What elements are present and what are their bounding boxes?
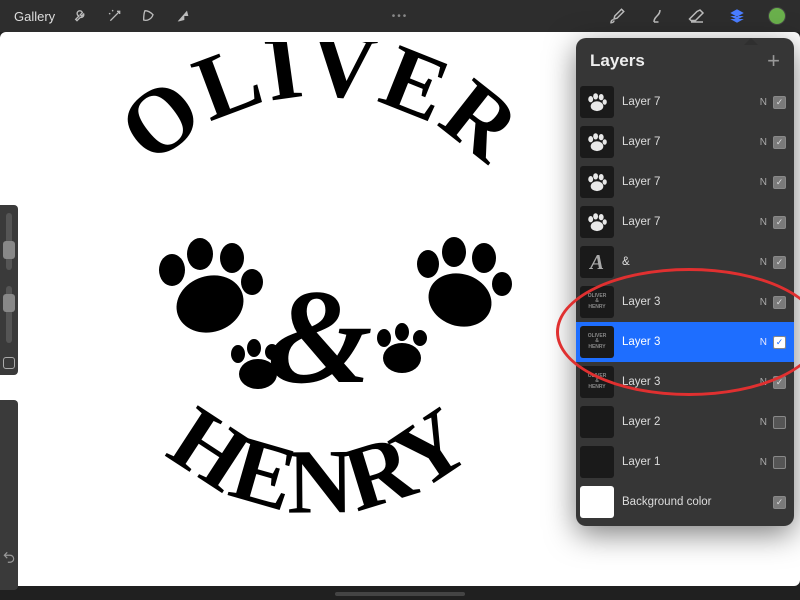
layer-row[interactable]: Background color — [576, 482, 794, 522]
blend-mode-label[interactable]: N — [760, 337, 767, 348]
eraser-icon[interactable] — [688, 7, 706, 25]
layer-name-label: Layer 7 — [622, 136, 760, 148]
brush-icon[interactable] — [608, 7, 626, 25]
layer-name-label: Background color — [622, 496, 773, 508]
color-picker-button[interactable] — [768, 7, 786, 25]
blend-mode-label[interactable]: N — [760, 217, 767, 228]
layer-row[interactable]: Layer 7N — [576, 82, 794, 122]
visibility-checkbox[interactable] — [773, 496, 786, 509]
layer-name-label: Layer 1 — [622, 456, 760, 468]
layer-name-label: & — [622, 256, 760, 268]
wand-icon[interactable] — [107, 8, 123, 24]
visibility-checkbox[interactable] — [773, 336, 786, 349]
right-tool-group — [608, 7, 786, 25]
layer-name-label: Layer 7 — [622, 96, 760, 108]
layer-row[interactable]: OLIVER&HENRY Layer 3N — [576, 282, 794, 322]
blend-mode-label[interactable]: N — [760, 177, 767, 188]
visibility-checkbox[interactable] — [773, 96, 786, 109]
artwork: OLIVER — [40, 42, 600, 586]
smudge-icon[interactable] — [648, 7, 666, 25]
visibility-checkbox[interactable] — [773, 376, 786, 389]
svg-text:&: & — [267, 263, 372, 412]
svg-text:A: A — [588, 250, 604, 274]
add-layer-button[interactable]: + — [767, 50, 780, 72]
layer-name-label: Layer 2 — [622, 416, 760, 428]
svg-text:OLIVER: OLIVER — [101, 42, 540, 182]
size-slider[interactable] — [6, 213, 12, 270]
layers-icon[interactable] — [728, 7, 746, 25]
top-toolbar: Gallery ••• — [0, 0, 800, 32]
gallery-button[interactable]: Gallery — [14, 9, 55, 24]
layer-name-label: Layer 7 — [622, 216, 760, 228]
layer-thumbnail: A — [580, 246, 614, 278]
layer-row[interactable]: OLIVER&HENRY Layer 3N — [576, 322, 794, 362]
undo-sidebar — [0, 400, 18, 590]
visibility-checkbox[interactable] — [773, 176, 786, 189]
visibility-checkbox[interactable] — [773, 136, 786, 149]
layer-row[interactable]: Layer 2N — [576, 402, 794, 442]
layer-thumbnail — [580, 206, 614, 238]
layer-row[interactable]: Layer 7N — [576, 202, 794, 242]
visibility-checkbox[interactable] — [773, 256, 786, 269]
layer-thumbnail — [580, 166, 614, 198]
layer-thumbnail — [580, 406, 614, 438]
undo-icon[interactable] — [2, 550, 16, 564]
layer-thumbnail — [580, 446, 614, 478]
arrow-icon[interactable] — [175, 8, 191, 24]
layer-name-label: Layer 3 — [622, 336, 760, 348]
layer-name-label: Layer 7 — [622, 176, 760, 188]
blend-mode-label[interactable]: N — [760, 417, 767, 428]
layer-name-label: Layer 3 — [622, 296, 760, 308]
blend-mode-label[interactable]: N — [760, 257, 767, 268]
left-tool-group — [73, 8, 191, 24]
layer-row[interactable]: Layer 7N — [576, 122, 794, 162]
layer-row[interactable]: Layer 1N — [576, 442, 794, 482]
layers-panel-title: Layers — [590, 51, 645, 71]
layer-thumbnail — [580, 486, 614, 518]
modify-button[interactable] — [3, 357, 15, 369]
visibility-checkbox[interactable] — [773, 416, 786, 429]
layer-thumbnail: OLIVER&HENRY — [580, 286, 614, 318]
more-icon[interactable]: ••• — [392, 11, 409, 22]
layers-list: Layer 7NLayer 7NLayer 7NLayer 7NA&NOLIVE… — [576, 82, 794, 522]
opacity-slider[interactable] — [6, 286, 12, 343]
layer-thumbnail: OLIVER&HENRY — [580, 366, 614, 398]
blend-mode-label[interactable]: N — [760, 377, 767, 388]
layer-row[interactable]: A &N — [576, 242, 794, 282]
layer-thumbnail — [580, 86, 614, 118]
layer-row[interactable]: OLIVER&HENRY Layer 3N — [576, 362, 794, 402]
blend-mode-label[interactable]: N — [760, 457, 767, 468]
layer-thumbnail: OLIVER&HENRY — [580, 326, 614, 358]
blend-mode-label[interactable]: N — [760, 297, 767, 308]
layer-thumbnail — [580, 126, 614, 158]
layer-row[interactable]: Layer 7N — [576, 162, 794, 202]
layers-panel-header: Layers + — [576, 38, 794, 82]
selection-icon[interactable] — [141, 8, 157, 24]
home-indicator — [335, 592, 465, 596]
brush-sliders-sidebar — [0, 205, 18, 375]
layers-panel: Layers + Layer 7NLayer 7NLayer 7NLayer 7… — [576, 38, 794, 526]
visibility-checkbox[interactable] — [773, 296, 786, 309]
blend-mode-label[interactable]: N — [760, 97, 767, 108]
visibility-checkbox[interactable] — [773, 456, 786, 469]
visibility-checkbox[interactable] — [773, 216, 786, 229]
layer-name-label: Layer 3 — [622, 376, 760, 388]
blend-mode-label[interactable]: N — [760, 137, 767, 148]
wrench-icon[interactable] — [73, 8, 89, 24]
